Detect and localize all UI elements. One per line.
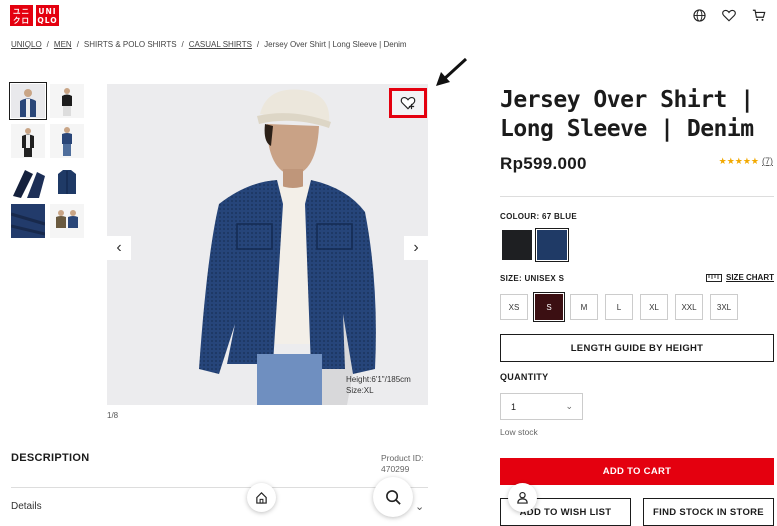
thumbnail-7[interactable] <box>11 204 45 238</box>
logo-katakana: ユニ クロ <box>10 5 33 26</box>
breadcrumb-separator: / <box>76 40 79 49</box>
chevron-down-icon: ⌄ <box>565 401 573 411</box>
product-id: Product ID: 470299 <box>381 453 424 475</box>
model-height: Height:6'1"/185cm <box>346 375 411 384</box>
size-option[interactable]: M <box>570 294 598 320</box>
description-heading: DESCRIPTION <box>11 452 90 464</box>
quantity-select[interactable]: 1 ⌄ <box>500 393 583 420</box>
size-option[interactable]: S <box>533 292 565 322</box>
size-option[interactable]: XXL <box>675 294 703 320</box>
size-chart-label: SIZE CHART <box>726 273 774 282</box>
find-stock-in-store-button[interactable]: FIND STOCK IN STORE <box>643 498 774 526</box>
home-button[interactable] <box>247 483 276 512</box>
thumbnail-1[interactable] <box>9 82 47 120</box>
uniqlo-logo[interactable]: ユニ クロ UNI QLO <box>10 5 59 26</box>
details-accordion[interactable]: Details <box>11 501 42 512</box>
next-image-button[interactable]: › <box>404 236 428 260</box>
product-rating[interactable]: ★★★★★ (7) <box>719 156 773 167</box>
quantity-label: QUANTITY <box>500 372 549 382</box>
size-option[interactable]: L <box>605 294 633 320</box>
size-chart-link[interactable]: SIZE CHART <box>706 273 774 282</box>
size-option[interactable]: 3XL <box>710 294 738 320</box>
breadcrumb-link[interactable]: CASUAL SHIRTS <box>189 40 252 49</box>
size-label: SIZE: UNISEX S <box>500 274 565 283</box>
length-guide-button[interactable]: LENGTH GUIDE BY HEIGHT <box>500 334 774 362</box>
model-info: Height:6'1"/185cm Size:XL <box>346 374 411 396</box>
search-icon <box>385 489 401 505</box>
colour-label: COLOUR: 67 BLUE <box>500 212 577 221</box>
size-option[interactable]: XS <box>500 294 528 320</box>
thumbnail-6[interactable] <box>50 164 84 198</box>
thumbnail-gallery <box>9 82 86 238</box>
product-title: Jersey Over Shirt | Long Sleeve | Denim <box>500 87 754 142</box>
logo-latin: UNI QLO <box>36 5 59 26</box>
heart-icon[interactable] <box>721 7 737 23</box>
previous-image-button[interactable]: ‹ <box>107 236 131 260</box>
colour-swatch-blue[interactable] <box>535 228 569 262</box>
colour-swatch-black[interactable] <box>502 230 532 260</box>
thumbnail-8[interactable] <box>50 204 84 238</box>
chevron-down-icon[interactable]: ⌄ <box>415 500 424 513</box>
thumbnail-4[interactable] <box>50 124 84 158</box>
image-pager: 1/8 <box>107 411 119 420</box>
quantity-value: 1 <box>511 401 517 412</box>
product-main-image[interactable] <box>107 84 428 405</box>
product-id-value: 470299 <box>381 464 410 474</box>
person-icon <box>517 491 528 504</box>
add-to-wishlist-icon-button[interactable] <box>389 88 427 118</box>
divider <box>500 196 774 197</box>
divider <box>11 487 428 488</box>
product-id-label: Product ID: <box>381 453 424 463</box>
breadcrumb-link[interactable]: SHIRTS & POLO SHIRTS <box>84 40 177 49</box>
ruler-icon <box>706 273 722 282</box>
breadcrumb-link[interactable]: UNIQLO <box>11 40 42 49</box>
cart-icon[interactable] <box>751 7 767 23</box>
product-price: Rp599.000 <box>500 154 587 173</box>
breadcrumb: UNIQLO / MEN / SHIRTS & POLO SHIRTS / CASUAL S… <box>11 40 407 49</box>
breadcrumb-separator: / <box>181 40 184 49</box>
size-options: XS S M L XL XXL 3XL <box>500 292 738 322</box>
breadcrumb-separator: / <box>256 40 260 49</box>
globe-icon[interactable] <box>691 7 707 23</box>
header-icons <box>691 7 767 23</box>
review-count[interactable]: (7) <box>762 156 773 166</box>
breadcrumb-separator: / <box>46 40 49 49</box>
account-button[interactable] <box>508 483 537 512</box>
heart-plus-icon <box>400 97 416 110</box>
annotation-arrow-icon <box>436 57 468 86</box>
chevron-left-icon: ‹ <box>116 239 122 256</box>
chevron-right-icon: › <box>413 239 419 256</box>
thumbnail-5[interactable] <box>11 164 45 198</box>
size-option[interactable]: XL <box>640 294 668 320</box>
star-rating-icon: ★★★★★ <box>718 156 759 166</box>
search-button[interactable] <box>373 477 413 517</box>
stock-status: Low stock <box>500 427 538 437</box>
breadcrumb-current: Jersey Over Shirt | Long Sleeve | Denim <box>264 40 407 49</box>
thumbnail-3[interactable] <box>11 124 45 158</box>
home-icon <box>256 492 267 504</box>
add-to-cart-button[interactable]: ADD TO CART <box>500 458 774 485</box>
model-size: Size:XL <box>346 386 374 395</box>
breadcrumb-link[interactable]: MEN <box>54 40 72 49</box>
thumbnail-2[interactable] <box>50 84 84 118</box>
